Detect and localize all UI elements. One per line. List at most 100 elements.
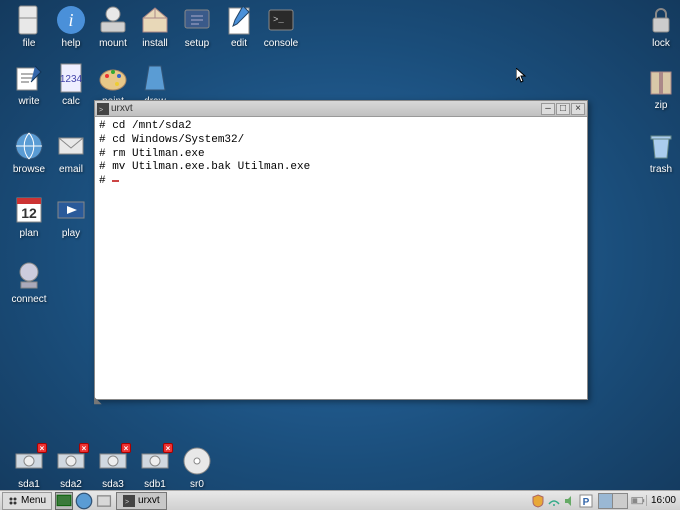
desktop-icon-zip[interactable]: zip xyxy=(640,66,680,111)
desktop-icon-setup[interactable]: setup xyxy=(176,4,218,49)
desktop-icon-email[interactable]: email xyxy=(50,130,92,175)
desktop-icon-label: trash xyxy=(650,164,672,175)
svg-text:1234: 1234 xyxy=(60,74,83,85)
minimize-button[interactable]: – xyxy=(541,103,555,115)
connect-icon xyxy=(13,260,45,292)
desktop-icon-write[interactable]: write xyxy=(8,62,50,107)
desktop-icon-lock[interactable]: lock xyxy=(640,4,680,49)
desktop-icon-label: browse xyxy=(13,164,45,175)
tray-volume-icon[interactable] xyxy=(563,494,577,508)
show-desktop-button[interactable] xyxy=(55,492,73,510)
folder-icon xyxy=(95,492,113,510)
maximize-button[interactable]: □ xyxy=(556,103,570,115)
terminal-cursor xyxy=(112,180,119,182)
window-title: urxvt xyxy=(111,103,540,114)
workspace-1[interactable] xyxy=(599,494,613,508)
menu-label: Menu xyxy=(21,495,46,506)
terminal-line: # cd /mnt/sda2 xyxy=(99,120,191,132)
svg-text:i: i xyxy=(68,10,73,30)
task-label: urxvt xyxy=(138,495,160,506)
drive-icon: × xyxy=(55,445,87,477)
desktop-icon-console[interactable]: >_ console xyxy=(260,4,302,49)
terminal-icon: > xyxy=(123,495,135,507)
desktop-icon-mount[interactable]: mount xyxy=(92,4,134,49)
system-tray: P xyxy=(528,494,596,508)
desktop-icon-help[interactable]: i help xyxy=(50,4,92,49)
drive-label: sda2 xyxy=(60,479,82,490)
resize-handle[interactable]: ◣ xyxy=(94,395,102,405)
drive-icon: × xyxy=(139,445,171,477)
drive-sda3[interactable]: × sda3 xyxy=(92,445,134,490)
browse-icon xyxy=(13,130,45,162)
desktop-icon-label: calc xyxy=(62,96,80,107)
desktop-icon-calc[interactable]: 1234 calc xyxy=(50,62,92,107)
menu-button[interactable]: Menu xyxy=(2,492,52,510)
workspace-switcher xyxy=(598,493,628,509)
quick-launch-browser[interactable] xyxy=(75,492,93,510)
desktop-icon-label: lock xyxy=(652,38,670,49)
console-icon: >_ xyxy=(265,4,297,36)
unmounted-badge-icon: × xyxy=(121,443,131,453)
drive-sda1[interactable]: × sda1 xyxy=(8,445,50,490)
drive-sda2[interactable]: × sda2 xyxy=(50,445,92,490)
drive-label: sr0 xyxy=(190,479,204,490)
desktop-icon-label: console xyxy=(264,38,298,49)
desktop-icon-file[interactable]: file xyxy=(8,4,50,49)
desktop-icon-edit[interactable]: edit xyxy=(218,4,260,49)
drive-label: sda1 xyxy=(18,479,40,490)
desktop-icon-label: play xyxy=(62,228,80,239)
write-icon xyxy=(13,62,45,94)
tray-battery-icon[interactable] xyxy=(631,494,645,508)
quick-launch-files[interactable] xyxy=(95,492,113,510)
drive-sr0[interactable]: sr0 xyxy=(176,445,218,490)
taskbar-task-urxvt[interactable]: > urxvt xyxy=(116,492,167,510)
terminal-line: # cd Windows/System32/ xyxy=(99,134,244,146)
trash-icon xyxy=(645,130,677,162)
svg-text:12: 12 xyxy=(21,205,37,221)
desktop-icon-label: help xyxy=(62,38,81,49)
calc-icon: 1234 xyxy=(55,62,87,94)
close-button[interactable]: × xyxy=(571,103,585,115)
terminal-line: # xyxy=(99,175,112,187)
globe-icon xyxy=(75,492,93,510)
desktop-icon-label: plan xyxy=(20,228,39,239)
desktop-icon-plan[interactable]: 12 plan xyxy=(8,194,50,239)
tray-wifi-icon[interactable] xyxy=(547,494,561,508)
unmounted-badge-icon: × xyxy=(163,443,173,453)
optical-drive-icon xyxy=(181,445,213,477)
setup-icon xyxy=(181,4,213,36)
desktop-icon-label: mount xyxy=(99,38,127,49)
menu-icon xyxy=(8,496,18,506)
email-icon xyxy=(55,130,87,162)
plan-icon: 12 xyxy=(13,194,45,226)
desktop-icon-connect[interactable]: connect xyxy=(8,260,50,305)
paint-icon xyxy=(97,62,129,94)
zip-icon xyxy=(645,66,677,98)
terminal-body[interactable]: # cd /mnt/sda2 # cd Windows/System32/ # … xyxy=(95,117,587,399)
file-icon xyxy=(13,4,45,36)
install-icon xyxy=(139,4,171,36)
desktop-icon-label: connect xyxy=(11,294,46,305)
desktop-icon-label: write xyxy=(18,96,39,107)
drive-icon: × xyxy=(97,445,129,477)
desktop-icon-browse[interactable]: browse xyxy=(8,130,50,175)
terminal-line: # rm Utilman.exe xyxy=(99,148,205,160)
svg-text:>_: >_ xyxy=(273,15,284,25)
desktop-icon-play[interactable]: play xyxy=(50,194,92,239)
svg-text:>: > xyxy=(125,499,129,506)
taskbar-clock[interactable]: 16:00 xyxy=(646,495,680,506)
tray-security-icon[interactable] xyxy=(531,494,545,508)
workspace-2[interactable] xyxy=(613,494,627,508)
taskbar: Menu > urxvt P 16:00 xyxy=(0,490,680,510)
drive-label: sdb1 xyxy=(144,479,166,490)
tray-parking-icon[interactable]: P xyxy=(579,494,593,508)
unmounted-badge-icon: × xyxy=(79,443,89,453)
mount-icon xyxy=(97,4,129,36)
edit-icon xyxy=(223,4,255,36)
desktop-icon-trash[interactable]: trash xyxy=(640,130,680,175)
terminal-window[interactable]: > urxvt – □ × # cd /mnt/sda2 # cd Window… xyxy=(94,100,588,400)
drive-sdb1[interactable]: × sdb1 xyxy=(134,445,176,490)
titlebar[interactable]: > urxvt – □ × xyxy=(95,101,587,117)
desktop-icon-install[interactable]: install xyxy=(134,4,176,49)
svg-text:P: P xyxy=(583,497,590,508)
